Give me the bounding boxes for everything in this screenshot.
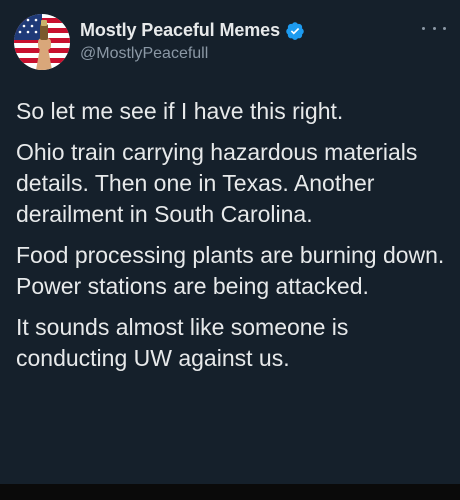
more-dot xyxy=(443,26,446,30)
author-display-name[interactable]: Mostly Peaceful Memes xyxy=(80,20,280,41)
tweet-paragraph: Food processing plants are burning down.… xyxy=(16,242,445,299)
verified-badge-icon xyxy=(285,21,305,41)
tweet-text: So let me see if I have this right. Ohio… xyxy=(16,96,452,384)
author-avatar[interactable] xyxy=(14,14,70,70)
flag-fist-avatar-icon xyxy=(14,14,70,70)
more-dots-icon xyxy=(422,26,425,30)
more-options-button[interactable] xyxy=(422,20,446,36)
tweet-paragraph: It sounds almost like someone is conduct… xyxy=(16,314,349,371)
author-handle[interactable]: @MostlyPeacefull xyxy=(80,45,208,63)
tweet-paragraph: So let me see if I have this right. xyxy=(16,98,344,124)
more-dot xyxy=(432,26,436,30)
tweet-paragraph: Ohio train carrying hazardous materials … xyxy=(16,139,418,227)
tweet-card: Mostly Peaceful Memes @MostlyPeacefull S… xyxy=(0,0,460,492)
author-name-row: Mostly Peaceful Memes xyxy=(80,20,305,41)
